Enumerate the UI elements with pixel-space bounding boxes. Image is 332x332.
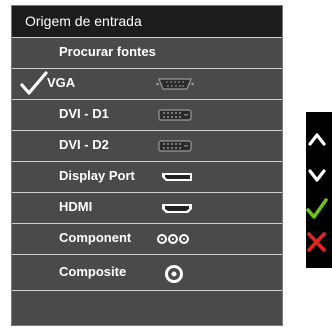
- menu-item-hdmi[interactable]: HDMI: [12, 192, 282, 223]
- menu-bottom-divider: [12, 290, 282, 291]
- menu-item-label: DVI - D1: [59, 106, 109, 121]
- up-button[interactable]: [306, 122, 332, 158]
- menu-item-label: Procurar fontes: [59, 44, 156, 59]
- menu-item-label: Composite: [59, 264, 127, 279]
- confirm-button[interactable]: [306, 192, 332, 228]
- menu-item-label: DVI - D2: [59, 137, 109, 152]
- menu-item-label: Component: [59, 230, 132, 245]
- input-source-menu: Origem de entrada Procurar fontes VGA DV…: [11, 5, 283, 326]
- dvi-port-icon: [158, 140, 192, 152]
- menu-item-search-sources[interactable]: Procurar fontes: [12, 37, 282, 68]
- menu-item-label: VGA: [47, 75, 76, 90]
- vga-port-icon: [156, 78, 194, 90]
- menu-item-label: HDMI: [59, 199, 93, 214]
- menu-item-dvi-d1[interactable]: DVI - D1: [12, 99, 282, 130]
- composite-port-icon: [165, 265, 183, 283]
- component-ports-icon: [157, 234, 189, 244]
- exit-button[interactable]: [306, 225, 332, 261]
- dvi-port-icon: [158, 109, 192, 121]
- down-button[interactable]: [306, 158, 332, 194]
- displayport-icon: [162, 173, 192, 181]
- menu-item-dvi-d2[interactable]: DVI - D2: [12, 130, 282, 161]
- menu-title: Origem de entrada: [12, 6, 282, 37]
- close-icon: [307, 232, 326, 252]
- menu-item-composite[interactable]: Composite: [12, 254, 282, 290]
- hdmi-port-icon: [162, 204, 192, 213]
- chevron-down-icon: [308, 169, 326, 182]
- menu-item-vga[interactable]: VGA: [12, 68, 282, 99]
- menu-item-display-port[interactable]: Display Port: [12, 161, 282, 192]
- navigation-buttons: [306, 112, 332, 268]
- chevron-up-icon: [308, 133, 326, 146]
- selected-checkmark-icon: [20, 71, 48, 95]
- checkmark-icon: [306, 198, 328, 219]
- menu-item-label: Display Port: [59, 168, 135, 183]
- menu-item-component[interactable]: Component: [12, 223, 282, 254]
